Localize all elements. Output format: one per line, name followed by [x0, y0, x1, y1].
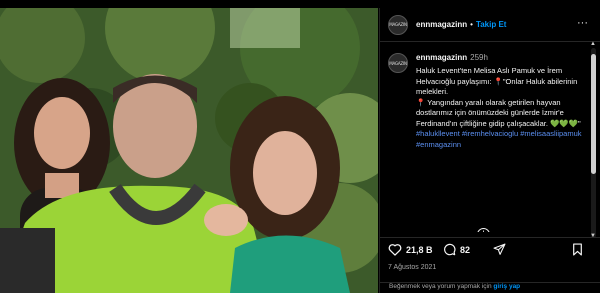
comment-icon — [444, 243, 456, 256]
more-icon[interactable]: ··· — [577, 18, 588, 29]
avatar-text: MAGAZIN — [389, 22, 407, 27]
post-side-panel: MAGAZIN ennmagazinn • Takip Et ··· MAGAZ… — [379, 8, 600, 293]
like-button[interactable]: 21,8 B — [388, 243, 433, 256]
heart-icon — [388, 244, 402, 256]
comments-area[interactable]: MAGAZIN ennmagazinn 259h Haluk Levent'ten… — [380, 42, 590, 232]
save-button[interactable] — [572, 243, 583, 256]
login-prompt-text: Beğenmek veya yorum yapmak için — [389, 283, 492, 290]
post-image — [0, 8, 378, 293]
post-photo — [0, 8, 378, 293]
likes-count: 21,8 B — [406, 244, 433, 255]
caption-header: ennmagazinn 259h — [416, 53, 586, 62]
share-icon — [493, 243, 506, 255]
share-button[interactable] — [493, 243, 506, 256]
separator-dot: • — [470, 20, 473, 29]
avatar-text: MAGAZIN — [389, 60, 407, 66]
post-date: 7 Ağustos 2021 — [388, 264, 437, 271]
caption: MAGAZIN ennmagazinn 259h Haluk Levent'ten… — [388, 53, 586, 150]
account-avatar[interactable]: MAGAZIN — [388, 14, 408, 35]
caption-body: ennmagazinn 259h Haluk Levent'ten Melisa … — [416, 53, 586, 150]
caption-hashtags[interactable]: #halukllevent #iremhelvacioglu #melisaas… — [416, 129, 586, 150]
login-prompt: Beğenmek veya yorum yapmak için giriş ya… — [380, 282, 600, 293]
comment-button[interactable]: 82 — [443, 243, 470, 256]
login-link[interactable]: giriş yap — [493, 283, 520, 290]
caption-avatar[interactable]: MAGAZIN — [388, 53, 408, 73]
comments-scrollbar[interactable] — [591, 48, 596, 238]
scrollbar-thumb[interactable] — [591, 54, 596, 174]
instagram-post-window: MAGAZIN ennmagazinn • Takip Et ··· MAGAZ… — [0, 0, 600, 293]
follow-button[interactable]: Takip Et — [476, 20, 507, 29]
bookmark-icon — [573, 243, 582, 256]
comments-count: 82 — [460, 244, 471, 255]
post-header: MAGAZIN ennmagazinn • Takip Et ··· — [380, 8, 600, 42]
scroll-up-icon[interactable]: ▲ — [590, 41, 596, 47]
caption-text: Haluk Levent'ten Melisa Aslı Pamuk ve İr… — [416, 66, 581, 128]
plus-circle-icon[interactable]: + — [477, 228, 490, 232]
caption-time: 259h — [470, 53, 488, 62]
action-bar: 21,8 B 82 — [380, 237, 600, 261]
caption-username[interactable]: ennmagazinn — [416, 53, 467, 62]
header-username[interactable]: ennmagazinn — [416, 20, 467, 29]
